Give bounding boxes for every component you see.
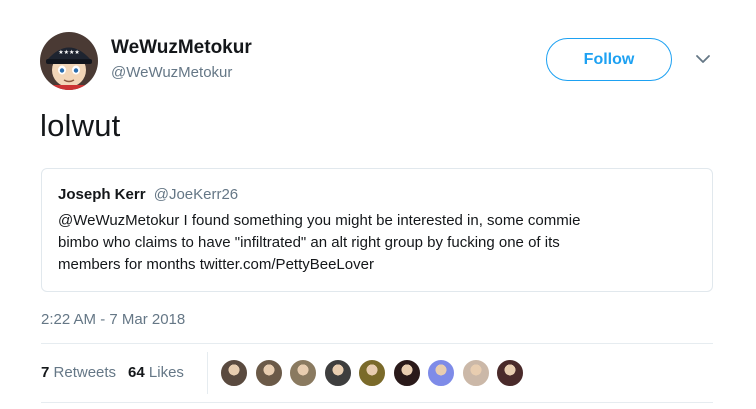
liker-avatar[interactable] [220, 359, 248, 387]
liker-avatar[interactable] [496, 359, 524, 387]
cartoon-character-avatar-icon: ★★★★ [40, 32, 98, 90]
retweets-stat[interactable]: 7 Retweets [41, 364, 116, 381]
likes-stat[interactable]: 64 Likes [128, 364, 184, 381]
quoted-text-line: bimbo who claims to have "infiltrated" a… [58, 234, 560, 251]
quoted-tweet-header: Joseph Kerr @JoeKerr26 [58, 186, 238, 203]
author-name[interactable]: WeWuzMetokur [111, 37, 252, 59]
stats-separator [207, 352, 208, 394]
liker-avatar[interactable] [427, 359, 455, 387]
quoted-text-line: @WeWuzMetokur I found something you migh… [58, 212, 581, 229]
likes-count: 64 [128, 364, 145, 381]
divider [41, 343, 713, 344]
liker-avatar[interactable] [289, 359, 317, 387]
svg-text:★★★★: ★★★★ [58, 49, 80, 56]
quoted-author-handle: @JoeKerr26 [153, 186, 239, 203]
quoted-tweet-text: @WeWuzMetokur I found something you migh… [58, 210, 698, 276]
quoted-text-line: members for months twitter.com/PettyBeeL… [58, 256, 374, 273]
quoted-author-name: Joseph Kerr [58, 186, 146, 203]
tweet-card: ★★★★ WeWuzMetokur @WeWuzMetokur Follow l… [0, 0, 756, 409]
divider [41, 402, 713, 403]
tweet-timestamp[interactable]: 2:22 AM - 7 Mar 2018 [41, 311, 185, 328]
chevron-down-icon[interactable] [694, 50, 712, 68]
author-handle[interactable]: @WeWuzMetokur [111, 64, 232, 81]
liker-avatar[interactable] [392, 359, 421, 387]
retweets-count: 7 [41, 364, 50, 381]
liker-avatar[interactable] [323, 359, 352, 387]
tweet-text: lolwut [40, 108, 121, 143]
tweet-stats: 7 Retweets 64 Likes [41, 364, 184, 381]
quoted-tweet[interactable]: Joseph Kerr @JoeKerr26 @WeWuzMetokur I f… [41, 168, 713, 292]
liker-avatar[interactable] [254, 359, 283, 387]
liker-avatar[interactable] [461, 359, 490, 387]
liker-avatar[interactable] [358, 359, 386, 387]
retweets-label: Retweets [53, 364, 117, 381]
author-avatar[interactable]: ★★★★ [40, 32, 98, 90]
likes-label: Likes [148, 364, 184, 381]
follow-button[interactable]: Follow [546, 38, 672, 81]
